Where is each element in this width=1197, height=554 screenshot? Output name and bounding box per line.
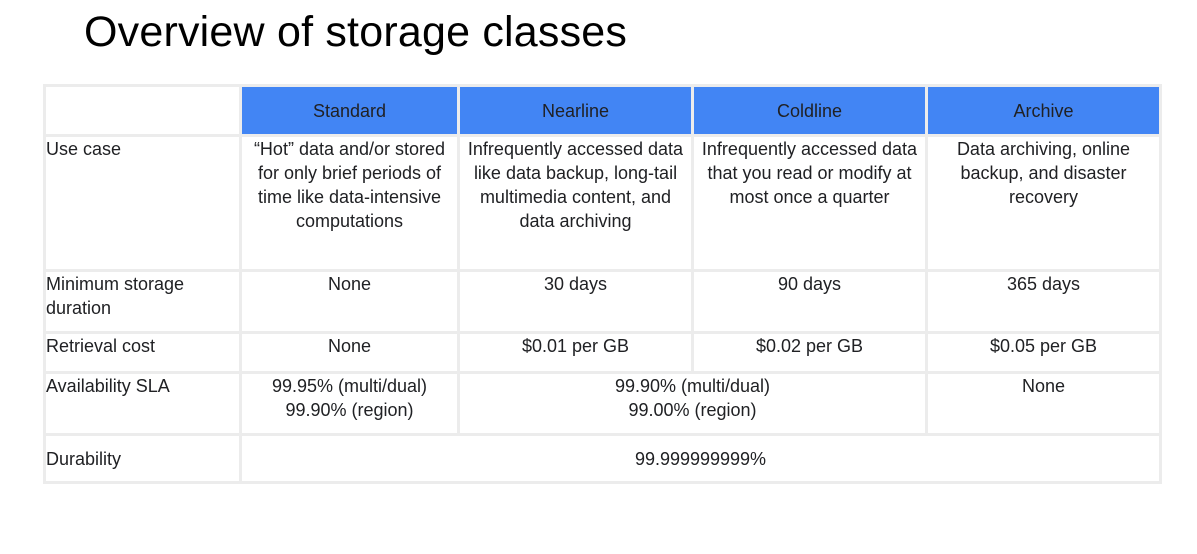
availability-nearline-coldline-multi: 99.90% (multi/dual) (614, 376, 771, 396)
cell-availability-standard: 99.95% (multi/dual) 99.90% (region) (239, 371, 460, 436)
table-row: Use case “Hot” data and/or stored for on… (43, 134, 1162, 272)
cell-min-storage-coldline: 90 days (691, 269, 928, 334)
cell-min-storage-archive: 365 days (925, 269, 1162, 334)
column-header-nearline: Nearline (457, 84, 694, 137)
table-row: Retrieval cost None $0.01 per GB $0.02 p… (43, 331, 1162, 374)
column-header-standard: Standard (239, 84, 460, 137)
column-header-archive: Archive (925, 84, 1162, 137)
row-label-retrieval-cost: Retrieval cost (43, 331, 242, 374)
table-row: Minimum storage duration None 30 days 90… (43, 269, 1162, 334)
row-label-durability: Durability (43, 433, 242, 484)
row-label-availability-sla: Availability SLA (43, 371, 242, 436)
availability-standard-multi: 99.95% (multi/dual) (271, 376, 428, 396)
cell-min-storage-nearline: 30 days (457, 269, 694, 334)
cell-availability-nearline-coldline: 99.90% (multi/dual) 99.00% (region) (457, 371, 928, 436)
cell-retrieval-standard: None (239, 331, 460, 374)
cell-use-case-nearline: Infrequently accessed data like data bac… (457, 134, 694, 272)
cell-retrieval-coldline: $0.02 per GB (691, 331, 928, 374)
cell-use-case-archive: Data archiving, online backup, and disas… (925, 134, 1162, 272)
row-label-use-case: Use case (43, 134, 242, 272)
cell-use-case-standard: “Hot” data and/or stored for only brief … (239, 134, 460, 272)
cell-durability-all: 99.999999999% (239, 433, 1162, 484)
column-header-coldline: Coldline (691, 84, 928, 137)
page-title: Overview of storage classes (84, 8, 628, 56)
header-corner (43, 84, 242, 137)
cell-availability-archive: None (925, 371, 1162, 436)
cell-min-storage-standard: None (239, 269, 460, 334)
availability-nearline-coldline-region: 99.00% (region) (628, 400, 757, 420)
cell-retrieval-archive: $0.05 per GB (925, 331, 1162, 374)
availability-standard-region: 99.90% (region) (285, 400, 414, 420)
row-label-minimum-storage: Minimum storage duration (43, 269, 242, 334)
table-row: Durability 99.999999999% (43, 433, 1162, 484)
storage-classes-table: Standard Nearline Coldline Archive Use c… (43, 84, 1162, 484)
cell-use-case-coldline: Infrequently accessed data that you read… (691, 134, 928, 272)
table-row: Availability SLA 99.95% (multi/dual) 99.… (43, 371, 1162, 436)
header-row: Standard Nearline Coldline Archive (43, 84, 1162, 137)
cell-retrieval-nearline: $0.01 per GB (457, 331, 694, 374)
